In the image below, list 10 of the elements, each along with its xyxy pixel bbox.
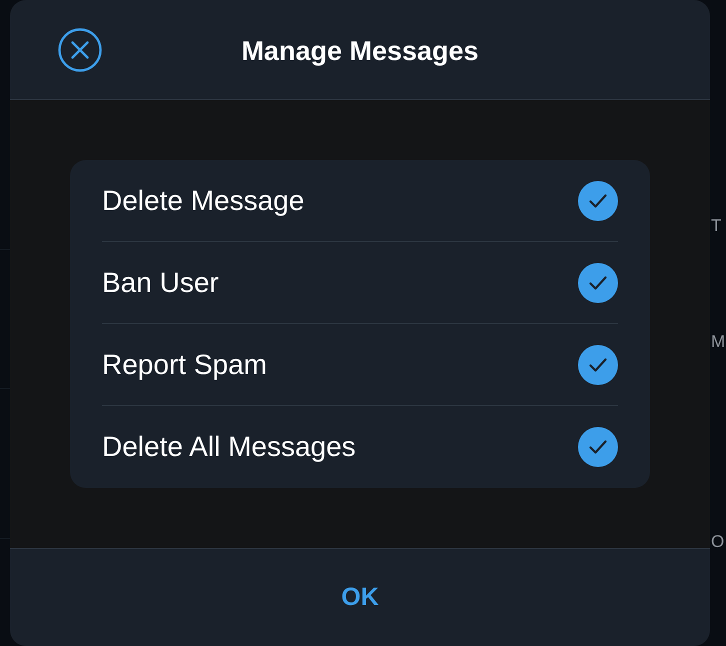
- background-text: M: [710, 331, 726, 353]
- option-row[interactable]: Ban User: [102, 242, 618, 324]
- background-text: T: [710, 215, 722, 237]
- option-row[interactable]: Delete All Messages: [102, 406, 618, 488]
- option-row[interactable]: Delete Message: [102, 160, 618, 242]
- dialog-title: Manage Messages: [240, 36, 480, 67]
- close-icon[interactable]: [58, 28, 102, 72]
- ok-button[interactable]: OK: [331, 579, 389, 616]
- background-text: O: [710, 531, 726, 553]
- option-row[interactable]: Report Spam: [102, 324, 618, 406]
